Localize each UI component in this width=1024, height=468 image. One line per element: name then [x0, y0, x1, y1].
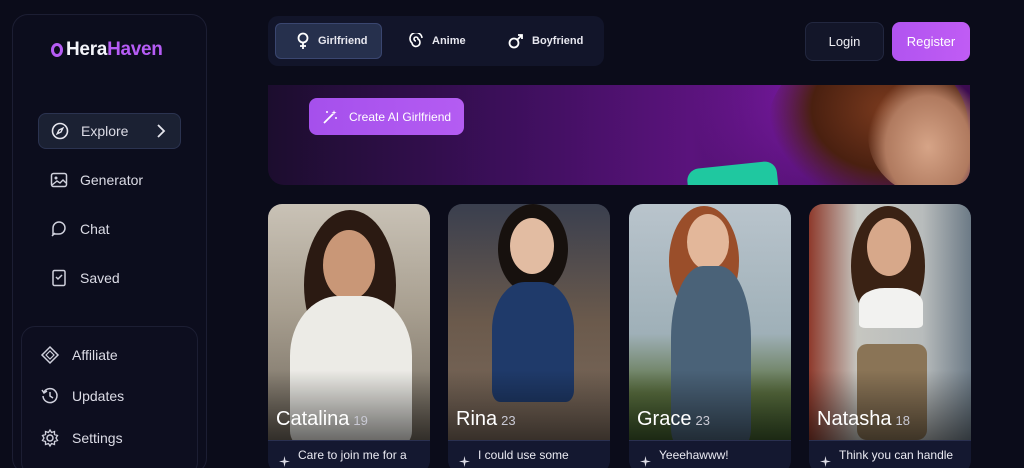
logo-ring-icon	[51, 43, 63, 57]
tab-label: Anime	[432, 35, 466, 47]
message-text: Think you can handle	[839, 448, 954, 462]
tab-label: Girlfriend	[318, 35, 368, 47]
photo-detail	[687, 214, 729, 270]
sidebar: Hera Haven Explore Generator Chat Saved	[12, 14, 207, 468]
banner-decoration	[686, 160, 780, 185]
character-card[interactable]: Grace 23 Yeeehawww!	[629, 204, 791, 468]
sidebar-item-label: Saved	[80, 270, 120, 286]
photo-detail	[867, 218, 911, 276]
character-name-row: Catalina 19	[276, 408, 368, 431]
hero-banner: Create AI Girlfriend	[268, 85, 970, 185]
sidebar-item-explore[interactable]: Explore	[38, 113, 181, 149]
character-name: Rina	[456, 408, 498, 430]
sidebar-item-chat[interactable]: Chat	[38, 211, 181, 247]
image-icon	[50, 171, 68, 189]
character-name: Catalina	[276, 408, 350, 430]
sidebar-item-settings[interactable]: Settings	[40, 424, 123, 452]
sidebar-item-updates[interactable]: Updates	[40, 382, 124, 410]
character-card[interactable]: Natasha 18 Think you can handle	[809, 204, 971, 468]
character-age: 19	[353, 413, 368, 428]
register-button[interactable]: Register	[892, 22, 970, 61]
brand-name-part1: Hera	[66, 39, 108, 60]
sidebar-item-label: Chat	[80, 221, 110, 237]
message-text: I could use some	[478, 448, 569, 462]
login-button[interactable]: Login	[805, 22, 884, 61]
character-name-row: Grace 23	[637, 408, 710, 431]
character-age: 18	[895, 413, 910, 428]
create-button-label: Create AI Girlfriend	[349, 109, 452, 124]
character-name: Grace	[637, 408, 692, 430]
sidebar-item-label: Updates	[72, 388, 125, 404]
tab-boyfriend[interactable]: Boyfriend	[508, 23, 583, 59]
character-message: Think you can handle	[809, 440, 971, 468]
character-name: Natasha	[817, 408, 892, 430]
message-text: Care to join me for a	[298, 448, 407, 462]
sparkle-icon	[459, 455, 470, 468]
compass-icon	[51, 122, 69, 140]
tab-anime[interactable]: Anime	[408, 23, 466, 59]
sidebar-item-generator[interactable]: Generator	[38, 162, 181, 198]
gear-icon	[40, 428, 60, 448]
male-icon	[508, 33, 524, 49]
message-text: Yeeehawww!	[659, 448, 729, 462]
sidebar-item-label: Generator	[80, 172, 144, 188]
sidebar-footer: Affiliate Updates Settings	[21, 326, 198, 468]
bookmark-icon	[50, 269, 68, 287]
character-message: Yeeehawww!	[629, 440, 791, 468]
character-name-row: Natasha 18	[817, 408, 910, 431]
sparkle-icon	[820, 455, 831, 468]
sparkle-icon	[279, 455, 290, 468]
sidebar-item-affiliate[interactable]: Affiliate	[40, 341, 118, 369]
sidebar-item-label: Explore	[81, 123, 129, 139]
character-message: Care to join me for a	[268, 440, 430, 468]
photo-detail	[510, 218, 554, 274]
history-icon	[40, 386, 60, 406]
sidebar-item-saved[interactable]: Saved	[38, 260, 181, 296]
brand-logo[interactable]: Hera Haven	[51, 39, 163, 61]
create-ai-girlfriend-button[interactable]: Create AI Girlfriend	[309, 98, 464, 135]
sidebar-item-label: Affiliate	[72, 347, 118, 363]
tab-girlfriend[interactable]: Girlfriend	[275, 23, 382, 59]
character-age: 23	[501, 413, 516, 428]
character-name-row: Rina 23	[456, 408, 516, 431]
sidebar-item-label: Settings	[72, 430, 123, 446]
photo-detail	[323, 230, 375, 300]
spiral-icon	[408, 33, 424, 49]
character-card[interactable]: Catalina 19 Care to join me for a	[268, 204, 430, 468]
banner-portrait-image	[868, 85, 970, 185]
female-icon	[296, 32, 310, 50]
sparkle-icon	[640, 455, 651, 468]
chat-icon	[50, 220, 68, 238]
brand-name-part2: Haven	[107, 39, 163, 60]
photo-detail	[859, 288, 923, 328]
tab-label: Boyfriend	[532, 35, 584, 47]
character-message: I could use some	[448, 440, 610, 468]
category-tabs: Girlfriend Anime Boyfriend	[268, 16, 604, 66]
diamond-icon	[40, 345, 60, 365]
magic-wand-icon	[321, 108, 339, 126]
character-card[interactable]: Rina 23 I could use some	[448, 204, 610, 468]
chevron-right-icon	[156, 123, 166, 142]
character-age: 23	[695, 413, 710, 428]
